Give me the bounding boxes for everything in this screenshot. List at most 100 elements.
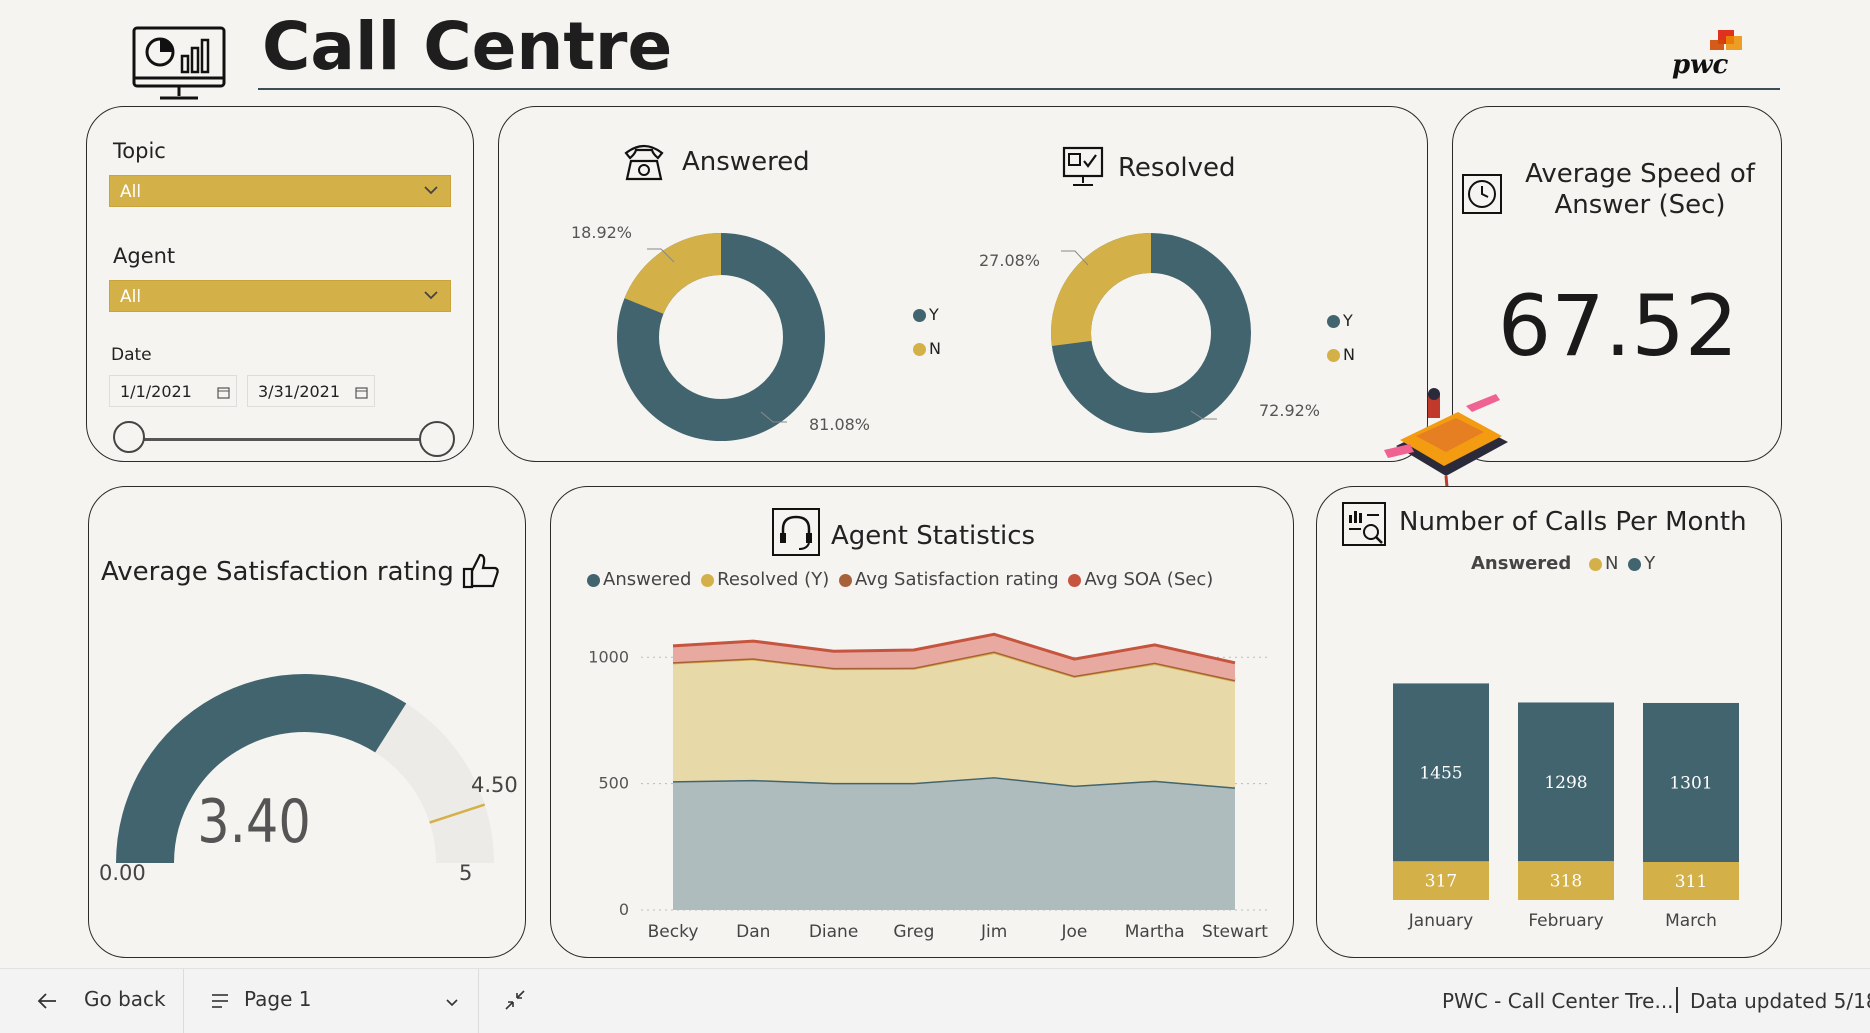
footer-divider — [478, 969, 479, 1033]
collapse-icon[interactable] — [504, 989, 526, 1016]
bar-value-label: 318 — [1550, 872, 1582, 892]
x-tick-label: Diane — [809, 922, 858, 942]
answered-legend-y: Y — [913, 305, 939, 324]
speed-title: Average Speed of Answer (Sec) — [1505, 159, 1775, 221]
x-tick-label: Stewart — [1202, 922, 1268, 942]
date-start-input[interactable]: 1/1/2021 — [109, 375, 237, 407]
x-tick-label: Becky — [648, 922, 699, 942]
report-footer-bar: Go back Page 1 PWC - Call Center Tre... … — [0, 968, 1870, 1033]
gauge-max-label: 5 — [459, 861, 473, 885]
legend-swatch-soa — [1068, 573, 1082, 587]
thumbs-up-icon — [461, 551, 501, 595]
date-slider-handle-start[interactable] — [113, 421, 145, 453]
area-answered — [673, 777, 1235, 910]
agent-statistics-title: Agent Statistics — [831, 521, 1036, 551]
speed-title-line2: Answer (Sec) — [1554, 190, 1726, 220]
legend-n-text: N — [1605, 553, 1619, 574]
date-label: Date — [111, 345, 152, 365]
answered-legend-y-text: Y — [929, 305, 939, 324]
x-tick-label: Greg — [893, 922, 934, 942]
page-selector[interactable]: Page 1 — [210, 987, 460, 1015]
resolved-legend-n: N — [1327, 345, 1355, 364]
page-title: Call Centre — [262, 8, 673, 85]
y-tick-label: 500 — [598, 774, 629, 793]
legend-resolved: Resolved (Y) — [717, 569, 830, 590]
bar-value-label: 1298 — [1544, 773, 1587, 793]
date-slider-track[interactable] — [131, 438, 443, 441]
topic-dropdown-value: All — [120, 182, 142, 202]
x-tick-label: Jim — [980, 922, 1007, 942]
clock-icon — [1461, 173, 1503, 219]
satisfaction-panel: Average Satisfaction rating 3.40 0.00 5 … — [88, 486, 526, 958]
topic-dropdown[interactable]: All — [109, 175, 451, 207]
resolved-legend-n-text: N — [1343, 345, 1355, 364]
legend-swatch-n — [913, 343, 926, 356]
footer-divider — [183, 969, 184, 1033]
chart-search-icon — [1341, 501, 1387, 551]
topic-label: Topic — [113, 139, 166, 163]
chevron-down-icon — [444, 991, 460, 1015]
legend-soa: Avg SOA (Sec) — [1084, 569, 1214, 590]
legend-swatch-y — [1628, 557, 1642, 571]
calendar-icon — [355, 384, 368, 403]
agent-dropdown-value: All — [120, 287, 142, 307]
x-tick-label: February — [1528, 911, 1603, 931]
legend-answered: Answered — [603, 569, 692, 590]
date-end-input[interactable]: 3/31/2021 — [247, 375, 375, 407]
calendar-icon — [217, 384, 230, 403]
legend-swatch-answered — [587, 573, 600, 587]
y-tick-label: 1000 — [588, 647, 629, 666]
legend-swatch-n — [1589, 557, 1602, 571]
speed-value: 67.52 — [1497, 277, 1739, 375]
date-end-value: 3/31/2021 — [258, 382, 341, 401]
agent-dropdown[interactable]: All — [109, 280, 451, 312]
resolved-donut — [1051, 233, 1251, 433]
calls-per-month-panel: Number of Calls Per Month Answered N Y 3… — [1316, 486, 1782, 958]
isometric-illustration — [1376, 386, 1514, 502]
report-name: PWC - Call Center Tre... — [1442, 989, 1674, 1013]
title-underline — [258, 88, 1780, 90]
list-icon — [210, 991, 230, 1015]
page-selector-label: Page 1 — [244, 987, 312, 1011]
date-slider-handle-end[interactable] — [419, 421, 455, 457]
resolved-n-label: 27.08% — [979, 251, 1041, 270]
legend-swatch-n — [1327, 349, 1340, 362]
legend-title: Answered — [1471, 553, 1572, 574]
resolved-legend-y: Y — [1327, 311, 1353, 330]
y-tick-label: 0 — [619, 900, 629, 919]
gauge-target-label: 4.50 — [471, 773, 518, 797]
dashboard-icon — [132, 26, 226, 104]
calls-per-month-title: Number of Calls Per Month — [1399, 507, 1747, 537]
answered-n-label: 18.92% — [571, 223, 633, 242]
legend-swatch-y — [913, 309, 926, 322]
x-tick-label: Joe — [1060, 922, 1087, 942]
data-updated: Data updated 5/18/ — [1690, 989, 1870, 1013]
bar-value-label: 1301 — [1669, 773, 1712, 793]
agent-statistics-legend: Answered Resolved (Y) Avg Satisfaction r… — [587, 569, 1213, 590]
answered-legend-n: N — [913, 339, 941, 358]
answered-resolved-panel: Answered 18.92% 81.08% Y N Resolved 27.0… — [498, 106, 1428, 462]
bar-value-label: 1455 — [1419, 763, 1462, 783]
answered-y-label: 81.08% — [809, 415, 871, 434]
footer-divider — [1676, 987, 1678, 1013]
bar-value-label: 317 — [1425, 872, 1457, 892]
calls-per-month-chart: 317 1455 January 318 1298 February 311 1301 Marc… — [1393, 683, 1739, 931]
agent-statistics-panel: Agent Statistics Answered Resolved (Y) A… — [550, 486, 1294, 958]
answered-title: Answered — [682, 147, 810, 177]
arrow-left-icon — [36, 991, 58, 1016]
satisfaction-value: 3.40 — [197, 787, 311, 857]
pwc-logo: pwc — [1668, 26, 1748, 82]
legend-swatch-y — [1327, 315, 1340, 328]
resolved-y-label: 72.92% — [1259, 401, 1321, 420]
legend-satisfaction: Avg Satisfaction rating — [854, 569, 1059, 590]
legend-y-text: Y — [1644, 553, 1656, 574]
resolved-legend-y-text: Y — [1343, 311, 1353, 330]
filter-panel: Topic All Agent All Date 1/1/2021 3/31/2… — [86, 106, 474, 462]
x-tick-label: March — [1665, 911, 1717, 931]
answered-legend-n-text: N — [929, 339, 941, 358]
calls-per-month-legend: Answered N Y — [1471, 553, 1655, 574]
legend-swatch-resolved — [701, 573, 715, 587]
x-tick-label: Martha — [1125, 922, 1185, 942]
x-tick-label: Dan — [736, 922, 770, 942]
go-back-label: Go back — [84, 987, 166, 1011]
